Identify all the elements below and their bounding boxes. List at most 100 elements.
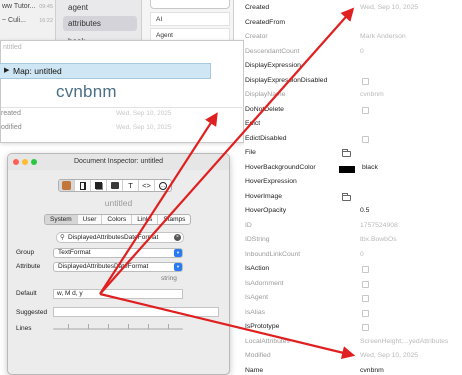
chevron-updown-icon: ▾ [174, 263, 182, 271]
page-icon [95, 182, 102, 189]
attribute-row-descendant-count[interactable]: DescendantCount 0 [244, 46, 462, 61]
action-icon: … [159, 181, 167, 190]
slider-tick [88, 324, 89, 329]
attribute-name: Created [245, 4, 270, 11]
attribute-row-is-alias[interactable]: IsAlias [244, 307, 462, 322]
color-swatch[interactable] [339, 165, 355, 173]
tab-system[interactable]: System [45, 215, 78, 224]
note-pane-button[interactable] [59, 180, 75, 191]
attribute-row-created-from[interactable]: CreatedFrom [244, 17, 462, 32]
attribute-row-edict-disabled[interactable]: EdictDisabled [244, 133, 462, 148]
attribute-value[interactable]: cvnbnm [360, 367, 384, 374]
page-stack-pane-button[interactable] [107, 180, 123, 191]
folder-icon[interactable] [342, 149, 351, 157]
attribute-row-display-name[interactable]: DisplayName cvnbnm [244, 89, 462, 104]
attribute-checkbox[interactable] [362, 266, 369, 273]
attribute-row-hover-opacity[interactable]: HoverOpacity 0.5 [244, 205, 462, 220]
attribute-row-inbound-link-count[interactable]: InboundLinkCount 0 [244, 249, 462, 264]
attribute-search-field[interactable]: ⚲ DisplayedAttributesDateFormat × [56, 232, 184, 243]
modified-value: Wed, Sep 10, 2025 [116, 124, 172, 131]
title-bar[interactable]: Document Inspector: untitled [8, 154, 229, 170]
attribute-row-created[interactable]: Created Wed, Sep 10, 2025 [244, 2, 462, 17]
background-row[interactable]: ~ Culi... [2, 17, 26, 24]
code-pane-button[interactable]: <> [139, 180, 155, 191]
folder-icon[interactable] [342, 192, 351, 201]
clear-search-icon[interactable]: × [174, 234, 181, 241]
attribute-row-is-agent[interactable]: IsAgent [244, 292, 462, 307]
attribute-value[interactable]: 1757524908 [360, 222, 398, 229]
attribute-row-is-adornment[interactable]: IsAdornment [244, 278, 462, 293]
default-value-field[interactable]: w, M d, y [53, 289, 183, 299]
list-item-ai[interactable]: AI [150, 12, 230, 26]
attribute-checkbox[interactable] [362, 309, 369, 317]
tab-colors[interactable]: Colors [102, 215, 133, 224]
map-tab-label: Map: untitled [13, 66, 62, 76]
note-title[interactable]: cvnbnm [56, 82, 117, 102]
sidebar-item-agent[interactable]: agent [63, 0, 137, 15]
attribute-checkbox[interactable] [362, 77, 369, 85]
group-select[interactable]: TextFormat ▾ [53, 248, 183, 258]
tab-stamps[interactable]: Stamps [158, 215, 190, 224]
attribute-name: Edict [245, 120, 261, 127]
attribute-checkbox[interactable] [362, 295, 369, 302]
sidebar-item-attributes[interactable]: attributes [63, 16, 137, 31]
attribute-value[interactable]: Wed, Sep 10, 2025 [360, 352, 418, 359]
attribute-value[interactable]: black [362, 164, 378, 171]
attribute-value[interactable]: tbx.BowbOs [360, 236, 397, 243]
attribute-name: HoverExpression [245, 178, 297, 185]
attribute-row-do-not-delete[interactable]: DoNotDelete [244, 104, 462, 119]
attribute-value[interactable]: 0 [360, 251, 364, 258]
attribute-row-id[interactable]: ID 1757524908 [244, 220, 462, 235]
text-pane-button[interactable]: T [123, 180, 139, 191]
attribute-row-modified[interactable]: Modified Wed, Sep 10, 2025 [244, 350, 462, 365]
disclosure-arrow-icon[interactable]: ▶ [4, 64, 9, 78]
attribute-value[interactable]: 0 [360, 48, 364, 55]
suggested-values-field[interactable] [53, 307, 219, 317]
page-pane-button[interactable] [91, 180, 107, 191]
default-label: Default [16, 290, 37, 297]
attribute-value[interactable]: Wed, Sep 10, 2025 [360, 4, 418, 11]
attribute-name: IsAlias [245, 308, 266, 316]
attribute-checkbox[interactable] [362, 135, 369, 143]
attribute-search-value: DisplayedAttributesDateFormat [68, 234, 159, 241]
attribute-row-display-expression[interactable]: DisplayExpression [244, 60, 462, 75]
attribute-select[interactable]: DisplayedAttributesDateFormat ▾ [53, 262, 183, 272]
attribute-name: HoverBackgroundColor [245, 163, 316, 171]
attribute-row-hover-image[interactable]: HoverImage [244, 191, 462, 206]
attribute-row-is-prototype[interactable]: IsPrototype [244, 321, 462, 336]
action-pane-button[interactable]: … [155, 180, 171, 191]
attribute-row-local-attributes[interactable]: LocalAttributes ScreenHeight;...yedAttrib… [244, 336, 462, 351]
attribute-name: DisplayExpressionDisabled [245, 76, 328, 84]
attribute-name: LocalAttributes [245, 337, 290, 345]
lines-slider[interactable] [53, 328, 183, 330]
created-label: reated [1, 110, 21, 117]
attribute-row-creator[interactable]: Creator Mark Anderson [244, 31, 462, 46]
map-tab[interactable]: ▶ Map: untitled [0, 63, 211, 79]
tab-links[interactable]: Links [132, 215, 159, 224]
document-name: untitled [104, 198, 133, 208]
attribute-checkbox[interactable] [362, 324, 369, 331]
attribute-value[interactable]: 0.5 [360, 207, 369, 214]
attribute-row-hover-background-color[interactable]: HoverBackgroundColor black [244, 162, 462, 177]
background-row[interactable]: ww Tutor... [2, 3, 35, 10]
attribute-row-file[interactable]: File [244, 147, 462, 162]
attribute-checkbox[interactable] [362, 106, 369, 114]
attribute-value[interactable]: ScreenHeight;...yedAttributes [360, 338, 448, 345]
list-search-field[interactable] [150, 0, 230, 9]
attribute-select-value: DisplayedAttributesDateFormat [58, 263, 149, 270]
attribute-row-display-expression-disabled[interactable]: DisplayExpressionDisabled [244, 75, 462, 90]
attribute-row-idstring[interactable]: IDString tbx.BowbOs [244, 234, 462, 249]
attribute-value[interactable]: cvnbnm [360, 91, 384, 98]
attribute-row-is-action[interactable]: IsAction [244, 263, 462, 278]
background-row-label: ww Tutor... [2, 3, 36, 10]
attribute-name: ID [245, 221, 252, 229]
attribute-name: Modified [245, 352, 271, 359]
attribute-row-hover-expression[interactable]: HoverExpression [244, 176, 462, 191]
tab-user[interactable]: User [78, 215, 103, 224]
attribute-row-edict[interactable]: Edict [244, 118, 462, 133]
attribute-type-label: string [161, 275, 177, 282]
attribute-row-name[interactable]: Name cvnbnm [244, 365, 462, 375]
document-pane-button[interactable] [75, 180, 91, 191]
attribute-checkbox[interactable] [362, 280, 369, 288]
attribute-value[interactable]: Mark Anderson [360, 33, 406, 40]
